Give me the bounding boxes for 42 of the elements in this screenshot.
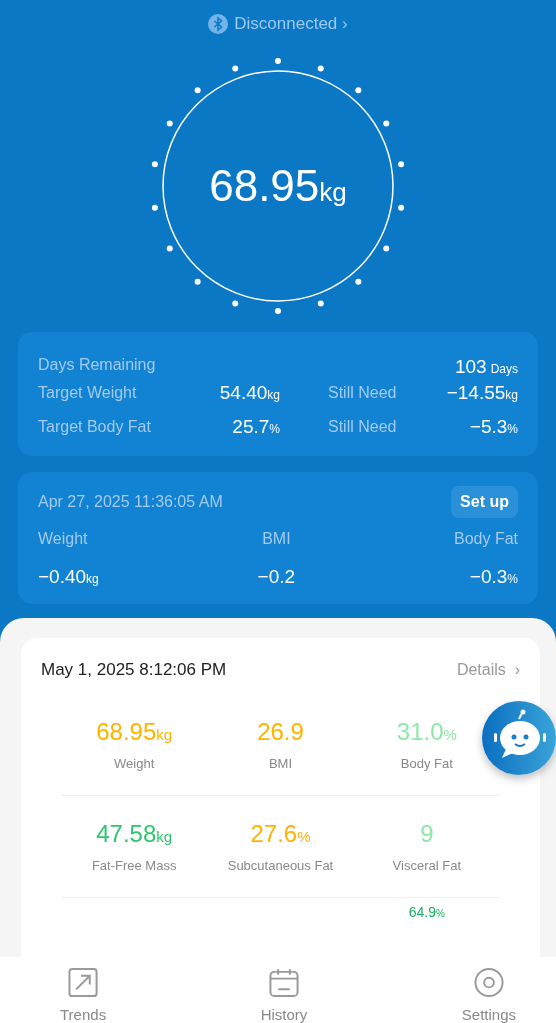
still-need-value: −5.3% (468, 416, 518, 438)
weight-reading: 68.95kg (208, 161, 348, 211)
nav-tab[interactable]: History (260, 967, 308, 1023)
nav-tab[interactable]: Trends (60, 967, 107, 1023)
still-need-label: Still Need (327, 418, 398, 436)
metric-value: 47.58kg (96, 820, 173, 848)
still-need-value: −14.55kg (445, 382, 518, 404)
change-value: −0.2 (257, 566, 296, 588)
change-value: −0.3% (469, 566, 518, 588)
metric-value: 68.95kg (96, 718, 173, 746)
change-value: −0.40kg (38, 566, 99, 588)
metric-label: Subcutaneous Fat (227, 858, 334, 873)
target-label: Target Body Fat (38, 418, 152, 436)
metric-label: BMI (268, 756, 293, 771)
nav-tab[interactable]: Settings (461, 967, 516, 1023)
metric-value: 31.0% (396, 718, 457, 746)
days-remaining-value: 103 Days (454, 356, 518, 378)
change-timestamp: Apr 27, 2025 11:36:05 AM (38, 493, 223, 511)
set-up-button[interactable]: Set up (451, 486, 518, 518)
target-value: 54.40kg (218, 382, 280, 404)
metric-label: Body Fat (400, 756, 453, 771)
bluetooth-icon (208, 14, 229, 34)
calendar-icon (267, 967, 300, 998)
still-need-label: Still Need (327, 384, 398, 402)
measurement-timestamp: May 1, 2025 8:12:06 PM (41, 660, 227, 680)
details-link[interactable]: Details › (456, 661, 520, 679)
change-label: Body Fat (453, 530, 518, 548)
metric-value: 26.9 (257, 718, 304, 746)
change-label: Weight (38, 530, 89, 548)
settings-icon (472, 967, 505, 998)
metric-value: 64.9% (407, 904, 446, 920)
target-label: Target Weight (38, 384, 138, 402)
metric-label: Fat-Free Mass (91, 858, 177, 873)
connection-status[interactable]: Disconnected › (234, 14, 348, 34)
days-remaining-label: Days Remaining (38, 356, 156, 375)
change-label: BMI (262, 530, 291, 548)
metric-value: 9 (420, 820, 434, 848)
metric-value: 27.6% (250, 820, 311, 848)
metric-label: Visceral Fat (392, 858, 461, 873)
assistant-bot-button[interactable] (482, 701, 556, 775)
target-value: 25.7% (231, 416, 280, 438)
metric-label: Weight (114, 756, 155, 771)
